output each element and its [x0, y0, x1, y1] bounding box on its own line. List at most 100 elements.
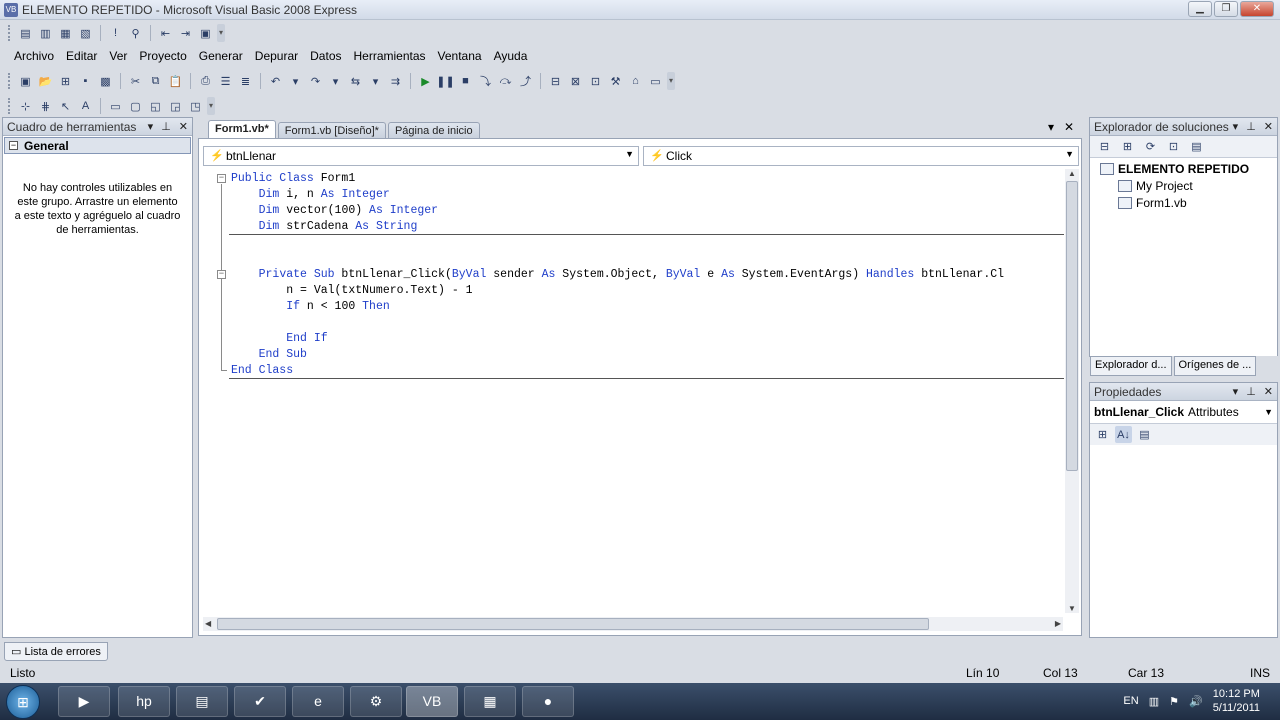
- navigate-dropdown-icon[interactable]: ▾: [367, 73, 384, 90]
- show-all-files-icon[interactable]: ⊞: [1119, 138, 1136, 155]
- volume-icon[interactable]: 🔊: [1189, 695, 1203, 708]
- close-icon[interactable]: ✕: [1264, 120, 1273, 133]
- pause-icon[interactable]: ❚❚: [436, 73, 454, 90]
- parameter-info-icon[interactable]: ▥: [37, 25, 54, 42]
- code-editor[interactable]: ⚡ btnLlenar ▼ ⚡ Click ▼ − − Public Class…: [198, 138, 1082, 636]
- snap-icon[interactable]: ⋕: [37, 98, 54, 115]
- restore-button[interactable]: ❐: [1214, 1, 1238, 17]
- explorer-task-icon[interactable]: ▤: [176, 686, 228, 717]
- tab-data-sources[interactable]: Orígenes de ...: [1173, 356, 1257, 376]
- toolbar-overflow-icon[interactable]: ▾: [207, 97, 215, 115]
- error-list-icon[interactable]: ▭: [647, 73, 664, 90]
- collapse-class-icon[interactable]: −: [217, 174, 226, 183]
- close-icon[interactable]: ✕: [1264, 385, 1273, 398]
- undo-dropdown-icon[interactable]: ▾: [287, 73, 304, 90]
- tree-item-form1[interactable]: Form1.vb: [1118, 196, 1187, 210]
- send-back-icon[interactable]: ▢: [127, 98, 144, 115]
- quick-info-icon[interactable]: ▦: [57, 25, 74, 42]
- menu-ver[interactable]: Ver: [103, 47, 133, 65]
- horizontal-scrollbar[interactable]: ◀ ▶: [203, 617, 1063, 631]
- paste-icon[interactable]: 📋: [167, 73, 184, 90]
- network-task-icon[interactable]: ⚙: [350, 686, 402, 717]
- comment-bubble-icon[interactable]: ◱: [147, 98, 164, 115]
- start-debug-icon[interactable]: ▶: [417, 73, 434, 90]
- open-file-icon[interactable]: 📂: [37, 73, 54, 90]
- properties-icon[interactable]: ⊟: [1096, 138, 1113, 155]
- property-pages-icon[interactable]: ▤: [1136, 426, 1153, 443]
- step-out-icon[interactable]: ⤴: [517, 73, 534, 90]
- vb-task-icon[interactable]: VB: [406, 686, 458, 717]
- pin-icon[interactable]: ⊥: [1246, 120, 1256, 133]
- navigate-icon[interactable]: ⇆: [347, 73, 364, 90]
- code-area[interactable]: − − Public Class Form1 Dim i, n As Integ…: [213, 171, 1064, 611]
- object-browser-icon[interactable]: ⊡: [587, 73, 604, 90]
- vertical-scroll-thumb[interactable]: [1066, 181, 1078, 471]
- menu-herramientas[interactable]: Herramientas: [348, 47, 432, 65]
- tab-order-icon[interactable]: ◳: [187, 98, 204, 115]
- cut-icon[interactable]: ✂: [127, 73, 144, 90]
- clock[interactable]: 10:12 PM 5/11/2011: [1213, 687, 1260, 715]
- error-list-tab[interactable]: ▭ Lista de errores: [4, 642, 108, 661]
- menu-archivo[interactable]: Archivo: [8, 47, 60, 65]
- alphabetical-icon[interactable]: A↓: [1115, 426, 1132, 443]
- menu-datos[interactable]: Datos: [304, 47, 347, 65]
- pin-icon[interactable]: ⊥: [161, 120, 171, 133]
- menu-proyecto[interactable]: Proyecto: [133, 47, 192, 65]
- object-combo[interactable]: ⚡ btnLlenar ▼: [203, 146, 639, 166]
- pin-icon[interactable]: ⊥: [1246, 385, 1256, 398]
- align-icon[interactable]: ≣: [237, 73, 254, 90]
- view-code-icon[interactable]: ⊡: [1165, 138, 1182, 155]
- scroll-left-icon[interactable]: ◀: [205, 619, 211, 628]
- menu-depurar[interactable]: Depurar: [249, 47, 304, 65]
- flag-icon[interactable]: ⚑: [1169, 695, 1179, 708]
- check-task-icon[interactable]: ✔: [234, 686, 286, 717]
- scroll-up-icon[interactable]: ▲: [1068, 169, 1076, 178]
- align-grid-icon[interactable]: ⊹: [17, 98, 34, 115]
- bring-front-icon[interactable]: ▭: [107, 98, 124, 115]
- copy-icon[interactable]: ⧉: [147, 73, 164, 90]
- categorized-icon[interactable]: ⊞: [1094, 426, 1111, 443]
- toolbar-overflow-icon[interactable]: ▾: [217, 24, 225, 42]
- toolbox-group-general[interactable]: − General: [4, 137, 191, 154]
- network-icon[interactable]: ▥: [1149, 695, 1159, 708]
- close-button[interactable]: ✕: [1240, 1, 1274, 17]
- find-in-files-icon[interactable]: ⎙: [197, 73, 214, 90]
- scroll-right-icon[interactable]: ▶: [1055, 619, 1061, 628]
- undo-icon[interactable]: ↶: [267, 73, 284, 90]
- step-into-icon[interactable]: ⤵: [477, 73, 494, 90]
- app-task-icon[interactable]: ▦: [464, 686, 516, 717]
- menu-ventana[interactable]: Ventana: [432, 47, 488, 65]
- recorder-task-icon[interactable]: ●: [522, 686, 574, 717]
- find-icon[interactable]: ⚲: [127, 25, 144, 42]
- language-indicator[interactable]: EN: [1123, 695, 1138, 707]
- toolbox-icon[interactable]: ⚒: [607, 73, 624, 90]
- dropdown-icon[interactable]: ▾: [1233, 385, 1239, 398]
- bookmark-icon[interactable]: !: [107, 25, 124, 42]
- close-icon[interactable]: ✕: [179, 120, 188, 133]
- solution-explorer-icon[interactable]: ⊟: [547, 73, 564, 90]
- refresh-icon[interactable]: ⟳: [1142, 138, 1159, 155]
- tab-form1-vb[interactable]: Form1.vb*: [208, 120, 276, 138]
- add-item-icon[interactable]: ⊞: [57, 73, 74, 90]
- view-designer-icon[interactable]: ▤: [1188, 138, 1205, 155]
- redo-dropdown-icon[interactable]: ▾: [327, 73, 344, 90]
- event-combo[interactable]: ⚡ Click ▼: [643, 146, 1079, 166]
- dropdown-icon[interactable]: ▾: [148, 120, 154, 133]
- tree-item-solution[interactable]: ELEMENTO REPETIDO: [1100, 162, 1249, 176]
- horizontal-scroll-thumb[interactable]: [217, 618, 929, 630]
- scroll-down-icon[interactable]: ▼: [1068, 604, 1076, 613]
- font-size-icon[interactable]: A: [77, 98, 94, 115]
- dropdown-icon[interactable]: ▾: [1233, 120, 1239, 133]
- toolbar-overflow-icon[interactable]: ▾: [667, 72, 675, 90]
- complete-word-icon[interactable]: ▧: [77, 25, 94, 42]
- format-icon[interactable]: ☰: [217, 73, 234, 90]
- close-tab-icon[interactable]: ✕: [1064, 120, 1074, 134]
- minimize-button[interactable]: ▁: [1188, 1, 1212, 17]
- stop-icon[interactable]: ■: [457, 73, 474, 90]
- hp-task-icon[interactable]: hp: [118, 686, 170, 717]
- tree-item-my-project[interactable]: My Project: [1118, 179, 1193, 193]
- list-members-icon[interactable]: ▤: [17, 25, 34, 42]
- vertical-scrollbar[interactable]: ▲ ▼: [1065, 169, 1079, 613]
- tab-form1-design[interactable]: Form1.vb [Diseño]*: [277, 122, 386, 138]
- properties-icon[interactable]: ⊠: [567, 73, 584, 90]
